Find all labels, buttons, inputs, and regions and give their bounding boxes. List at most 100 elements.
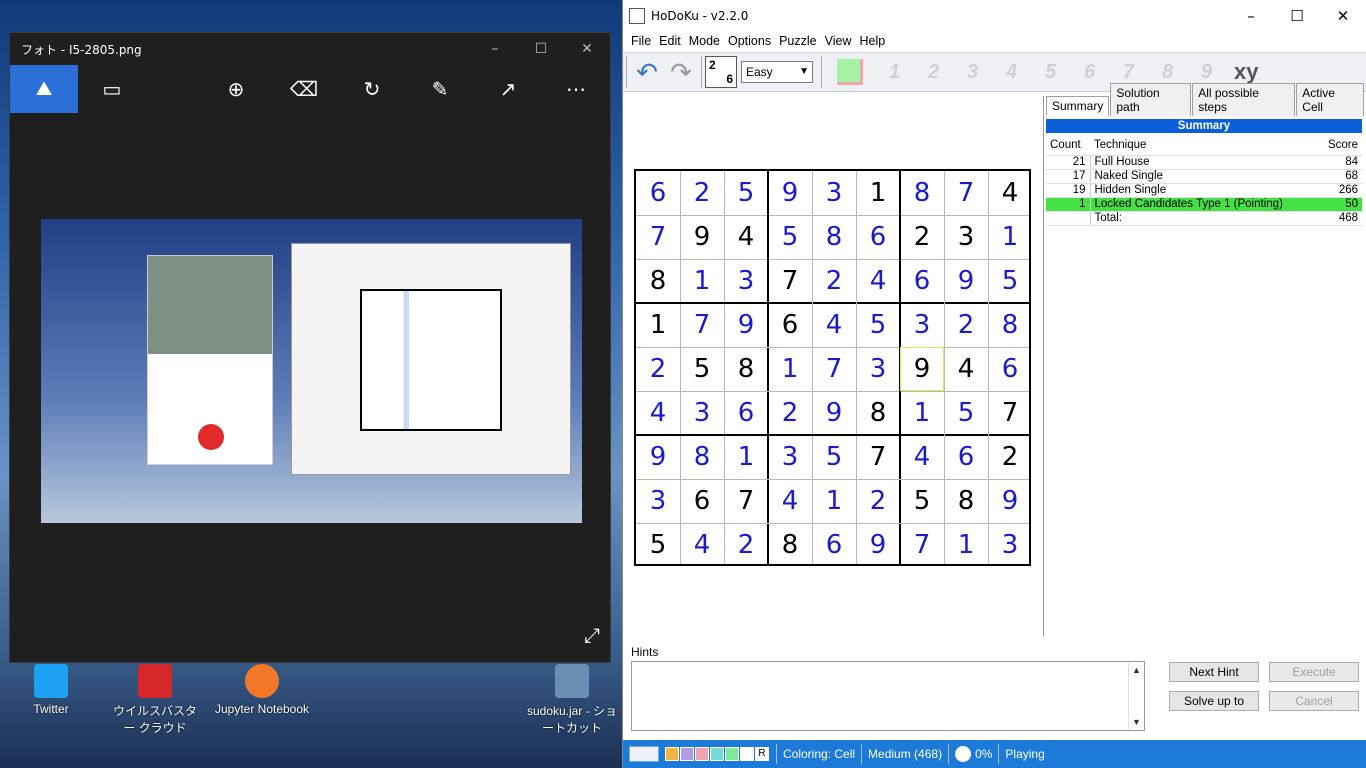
sudoku-cell[interactable]: 5 <box>680 347 724 391</box>
sudoku-cell[interactable]: 2 <box>944 303 988 347</box>
close-button[interactable]: ✕ <box>1320 0 1366 31</box>
color-chip-button[interactable] <box>710 747 724 761</box>
sudoku-cell[interactable]: 3 <box>680 391 724 435</box>
sudoku-cell[interactable]: 9 <box>680 215 724 259</box>
menu-options[interactable]: Options <box>724 34 775 48</box>
maximize-button[interactable]: ☐ <box>1274 0 1320 31</box>
sudoku-cell[interactable]: 7 <box>988 391 1032 435</box>
zoom-icon[interactable]: ⊕ <box>202 65 270 113</box>
sudoku-cell[interactable]: 6 <box>636 171 680 215</box>
sudoku-cell[interactable]: 7 <box>856 435 900 479</box>
filter-digit-button[interactable]: 1 <box>875 61 914 84</box>
color-swatch-button[interactable] <box>837 59 863 85</box>
tab-all-possible-steps[interactable]: All possible steps <box>1192 83 1296 116</box>
sudoku-cell[interactable]: 8 <box>944 479 988 523</box>
hints-scrollbar[interactable]: ▲ ▼ <box>1128 662 1144 730</box>
more-icon[interactable]: ⋯ <box>542 65 610 113</box>
sudoku-cell[interactable]: 6 <box>944 435 988 479</box>
sudoku-cell[interactable]: 5 <box>724 171 768 215</box>
sudoku-cell[interactable]: 8 <box>680 435 724 479</box>
redo-icon[interactable]: ↷ <box>664 57 698 87</box>
sudoku-cell[interactable]: 8 <box>900 171 944 215</box>
sudoku-cell[interactable]: 9 <box>724 303 768 347</box>
sudoku-cell[interactable]: 6 <box>724 391 768 435</box>
sudoku-cell[interactable]: 6 <box>856 215 900 259</box>
desktop-icon-virusbuster[interactable]: ウイルスバスター クラウド <box>110 664 200 736</box>
sudoku-cell[interactable]: 4 <box>856 259 900 303</box>
sudoku-cell[interactable]: 3 <box>988 523 1032 567</box>
filter-digit-button[interactable]: 5 <box>1031 61 1070 84</box>
sudoku-cell[interactable]: 7 <box>900 523 944 567</box>
filter-digit-button[interactable]: 6 <box>1070 61 1109 84</box>
level-icon[interactable]: 2 6 <box>705 56 737 88</box>
slideshow-icon[interactable]: ▭ <box>78 65 146 113</box>
menu-help[interactable]: Help <box>855 34 889 48</box>
sudoku-cell[interactable]: 5 <box>636 523 680 567</box>
sudoku-cell[interactable]: 3 <box>636 479 680 523</box>
sudoku-cell[interactable]: 2 <box>724 523 768 567</box>
table-row[interactable]: 21 Full House 84 <box>1046 155 1362 170</box>
sudoku-cell[interactable]: 7 <box>944 171 988 215</box>
sudoku-cell[interactable]: 7 <box>724 479 768 523</box>
sudoku-cell[interactable]: 7 <box>768 259 812 303</box>
sudoku-cell[interactable]: 4 <box>680 523 724 567</box>
hints-textarea[interactable]: ▲ ▼ <box>631 661 1145 731</box>
sudoku-cell[interactable]: 3 <box>944 215 988 259</box>
sudoku-cell[interactable]: 4 <box>768 479 812 523</box>
sudoku-cell[interactable]: 4 <box>636 391 680 435</box>
menu-mode[interactable]: Mode <box>685 34 724 48</box>
sudoku-cell[interactable]: 8 <box>724 347 768 391</box>
sudoku-cell[interactable]: 9 <box>988 479 1032 523</box>
sudoku-cell[interactable]: 1 <box>636 303 680 347</box>
sudoku-cell[interactable]: 2 <box>812 259 856 303</box>
fullscreen-icon[interactable]: ⤢ <box>584 625 600 648</box>
next-hint-button[interactable]: Next Hint <box>1169 662 1259 682</box>
menu-view[interactable]: View <box>821 34 856 48</box>
close-button[interactable]: ✕ <box>564 33 610 65</box>
sudoku-cell[interactable]: 5 <box>856 303 900 347</box>
color-chip-button[interactable] <box>665 747 679 761</box>
sudoku-cell[interactable]: 6 <box>900 259 944 303</box>
solve-up-to-button[interactable]: Solve up to <box>1169 691 1259 711</box>
sudoku-cell[interactable]: 8 <box>768 523 812 567</box>
image-icon[interactable]: ⛰ <box>10 65 78 113</box>
filter-digit-button[interactable]: 9 <box>1187 61 1226 84</box>
sudoku-cell[interactable]: 1 <box>856 171 900 215</box>
sudoku-cell[interactable]: 4 <box>988 171 1032 215</box>
filter-digit-button[interactable]: 4 <box>992 61 1031 84</box>
sudoku-cell[interactable]: 9 <box>812 391 856 435</box>
menu-edit[interactable]: Edit <box>655 34 685 48</box>
sudoku-cell[interactable]: 4 <box>724 215 768 259</box>
sudoku-cell[interactable]: 1 <box>944 523 988 567</box>
sudoku-cell[interactable]: 6 <box>680 479 724 523</box>
tab-active-cell[interactable]: Active Cell <box>1296 83 1364 116</box>
sudoku-cell[interactable]: 3 <box>812 171 856 215</box>
sudoku-cell[interactable]: 4 <box>944 347 988 391</box>
sudoku-cell[interactable]: 2 <box>636 347 680 391</box>
color-chip-button[interactable] <box>740 747 754 761</box>
sudoku-cell[interactable]: 2 <box>768 391 812 435</box>
sudoku-cell[interactable]: 2 <box>680 171 724 215</box>
sudoku-cell[interactable]: 1 <box>768 347 812 391</box>
sudoku-cell[interactable]: 8 <box>636 259 680 303</box>
sudoku-cell[interactable]: 2 <box>856 479 900 523</box>
menu-puzzle[interactable]: Puzzle <box>775 34 821 48</box>
menu-file[interactable]: File <box>627 34 655 48</box>
rotate-icon[interactable]: ↻ <box>338 65 406 113</box>
share-icon[interactable]: ↗ <box>474 65 542 113</box>
sudoku-cell[interactable]: 2 <box>900 215 944 259</box>
sudoku-cell[interactable]: 2 <box>988 435 1032 479</box>
filter-digit-button[interactable]: 8 <box>1148 61 1187 84</box>
filter-digit-button[interactable]: 3 <box>953 61 992 84</box>
sudoku-cell[interactable]: 9 <box>636 435 680 479</box>
sudoku-cell[interactable]: 7 <box>680 303 724 347</box>
sudoku-cell[interactable]: 5 <box>768 215 812 259</box>
xy-filter-button[interactable]: xy <box>1234 59 1258 85</box>
difficulty-select[interactable]: Easy ▼ <box>741 61 813 83</box>
sudoku-cell[interactable]: 1 <box>988 215 1032 259</box>
scroll-up-icon[interactable]: ▲ <box>1129 665 1144 675</box>
filter-digit-button[interactable]: 2 <box>914 61 953 84</box>
sudoku-cell[interactable]: 6 <box>768 303 812 347</box>
sudoku-cell[interactable]: 1 <box>724 435 768 479</box>
color-chip-button[interactable] <box>680 747 694 761</box>
